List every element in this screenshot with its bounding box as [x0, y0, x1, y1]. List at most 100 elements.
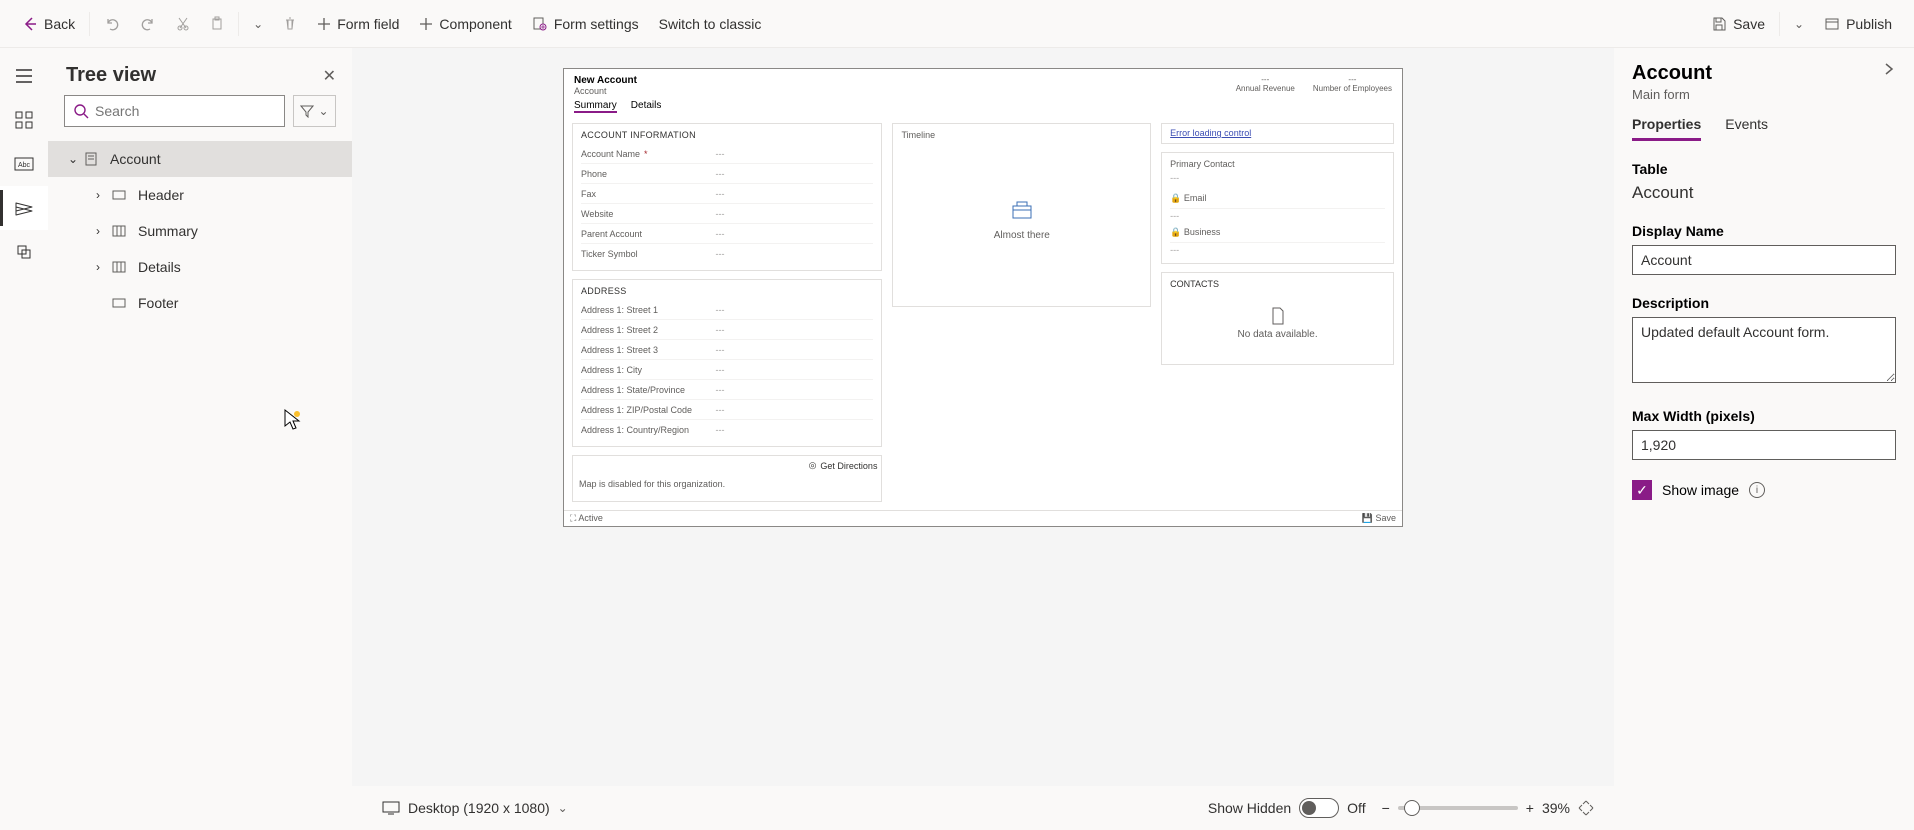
properties-pane: Account Main form Properties Events Tabl… — [1614, 48, 1914, 830]
save-dropdown[interactable]: ⌄ — [1784, 0, 1814, 47]
tab-details[interactable]: Details — [631, 100, 662, 113]
arrow-left-icon — [22, 16, 38, 32]
field-city[interactable]: Address 1: City--- — [581, 360, 873, 380]
tab-summary[interactable]: Summary — [574, 100, 617, 113]
field-website[interactable]: Website--- — [581, 204, 873, 224]
info-icon[interactable]: i — [1749, 482, 1765, 498]
zoom-in-button[interactable]: + — [1526, 800, 1534, 816]
description-input[interactable] — [1632, 317, 1896, 383]
save-label: Save — [1733, 16, 1765, 32]
tree-node-header[interactable]: › Header — [48, 177, 352, 213]
form-title: New Account — [574, 75, 637, 86]
field-ticker[interactable]: Ticker Symbol--- — [581, 244, 873, 264]
section-contacts[interactable]: CONTACTS No data available. — [1161, 272, 1394, 365]
paste-dropdown[interactable]: ⌄ — [243, 0, 273, 47]
form-settings-label: Form settings — [554, 16, 639, 32]
component-label: Component — [439, 16, 511, 32]
form-settings-button[interactable]: Form settings — [522, 0, 649, 47]
chevron-down-icon: ⌄ — [68, 152, 84, 166]
target-icon: ◎ — [809, 460, 817, 471]
field-country[interactable]: Address 1: Country/Region--- — [581, 420, 873, 440]
section-primary-contact[interactable]: Primary Contact --- 🔒 Email --- 🔒 Busine… — [1161, 152, 1394, 264]
tab-icon — [112, 261, 128, 273]
rail-components[interactable] — [0, 98, 48, 142]
tree-search-field[interactable] — [95, 103, 276, 119]
rail-tree-view[interactable] — [0, 186, 48, 230]
tree-node-details[interactable]: › Details — [48, 249, 352, 285]
save-icon — [1711, 16, 1727, 32]
pane-title: Account — [1632, 62, 1712, 85]
table-label: Table — [1632, 161, 1896, 177]
field-account-name[interactable]: Account Name*--- — [581, 144, 873, 164]
section-timeline[interactable]: Timeline Almost there — [892, 123, 1151, 307]
rail-abc[interactable]: Abc — [0, 142, 48, 186]
rail-hamburger[interactable] — [0, 54, 48, 98]
zoom-out-button[interactable]: − — [1382, 800, 1390, 816]
search-icon — [73, 103, 89, 119]
save-button[interactable]: Save — [1701, 0, 1775, 47]
publish-button[interactable]: Publish — [1814, 0, 1902, 47]
form-field-button[interactable]: Form field — [307, 0, 409, 47]
tab-events[interactable]: Events — [1725, 116, 1768, 141]
field-phone[interactable]: Phone--- — [581, 164, 873, 184]
table-value: Account — [1632, 183, 1896, 203]
timeline-status: Almost there — [994, 230, 1050, 241]
section-icon — [112, 190, 128, 200]
plus-icon — [317, 17, 331, 31]
tree-search-input[interactable] — [64, 95, 285, 127]
tree-node-summary[interactable]: › Summary — [48, 213, 352, 249]
field-street1[interactable]: Address 1: Street 1--- — [581, 300, 873, 320]
filter-icon — [300, 104, 314, 118]
left-rail: Abc — [0, 48, 48, 830]
form-canvas[interactable]: New Account Account ---Annual Revenue --… — [563, 68, 1403, 527]
tree-node-footer[interactable]: Footer — [48, 285, 352, 321]
error-loading-link[interactable]: Error loading control — [1170, 128, 1251, 138]
component-button[interactable]: Component — [409, 0, 521, 47]
field-zip[interactable]: Address 1: ZIP/Postal Code--- — [581, 400, 873, 420]
back-button[interactable]: Back — [12, 0, 85, 47]
pane-collapse-button[interactable] — [1882, 62, 1896, 76]
field-email[interactable]: 🔒 Email — [1170, 189, 1385, 209]
delete-button[interactable] — [273, 0, 307, 47]
field-parent-account[interactable]: Parent Account--- — [581, 224, 873, 244]
desktop-icon — [382, 801, 400, 815]
chevron-right-icon: › — [96, 188, 112, 202]
field-fax[interactable]: Fax--- — [581, 184, 873, 204]
show-hidden-label: Show Hidden — [1208, 800, 1291, 816]
tab-properties[interactable]: Properties — [1632, 116, 1701, 141]
section-map[interactable]: ◎Get Directions Map is disabled for this… — [572, 455, 882, 502]
form-icon — [84, 152, 100, 166]
undo-button[interactable] — [94, 0, 130, 47]
rail-copy[interactable] — [0, 230, 48, 274]
show-image-label: Show image — [1662, 482, 1739, 498]
section-address[interactable]: ADDRESS Address 1: Street 1--- Address 1… — [572, 279, 882, 447]
switch-classic-button[interactable]: Switch to classic — [649, 0, 772, 47]
back-label: Back — [44, 16, 75, 32]
field-street3[interactable]: Address 1: Street 3--- — [581, 340, 873, 360]
cut-button[interactable] — [166, 0, 200, 47]
bottom-bar: Desktop (1920 x 1080) ⌄ Show Hidden Off … — [352, 786, 1614, 830]
field-state[interactable]: Address 1: State/Province--- — [581, 380, 873, 400]
field-street2[interactable]: Address 1: Street 2--- — [581, 320, 873, 340]
tree-node-account[interactable]: ⌄ Account — [48, 141, 352, 177]
display-name-input[interactable] — [1632, 245, 1896, 275]
tree-close-button[interactable]: ✕ — [323, 66, 336, 86]
tree-panel: Tree view ✕ ⌄ ⌄ Account › Header — [48, 48, 352, 830]
field-business[interactable]: 🔒 Business — [1170, 223, 1385, 243]
form-settings-icon — [532, 16, 548, 32]
device-dropdown[interactable]: ⌄ — [558, 801, 568, 815]
section-account-information[interactable]: ACCOUNT INFORMATION Account Name*--- Pho… — [572, 123, 882, 271]
pane-subtitle: Main form — [1632, 87, 1712, 102]
no-data-text: No data available. — [1238, 329, 1318, 340]
tree-filter-button[interactable]: ⌄ — [293, 95, 336, 127]
paste-button[interactable] — [200, 0, 234, 47]
tree-title: Tree view — [66, 64, 156, 87]
fit-button[interactable] — [1578, 800, 1594, 816]
zoom-slider[interactable] — [1398, 806, 1518, 810]
section-error[interactable]: Error loading control — [1161, 123, 1394, 144]
display-name-label: Display Name — [1632, 223, 1896, 239]
max-width-input[interactable] — [1632, 430, 1896, 460]
redo-button[interactable] — [130, 0, 166, 47]
show-image-checkbox[interactable]: ✓ — [1632, 480, 1652, 500]
show-hidden-toggle[interactable] — [1299, 798, 1339, 818]
